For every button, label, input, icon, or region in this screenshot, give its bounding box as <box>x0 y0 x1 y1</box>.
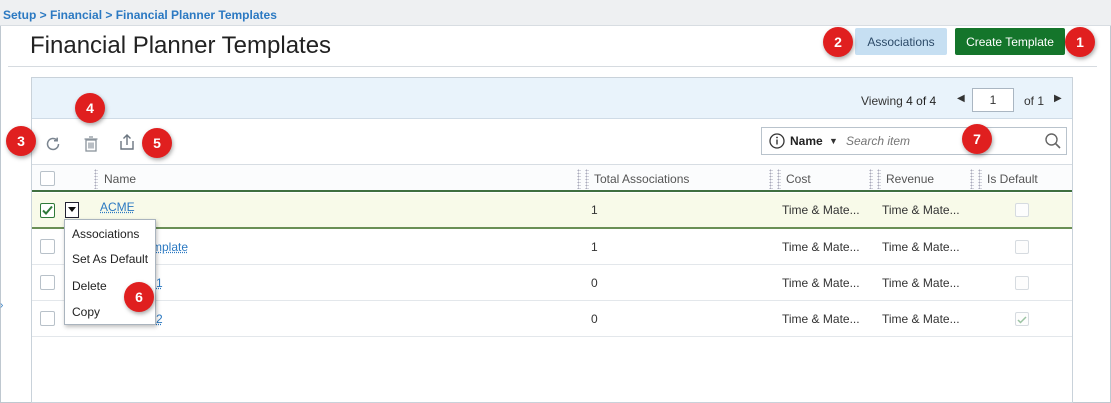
template-name-link[interactable]: 1 <box>156 276 163 290</box>
revenue-cell: Time & Mate... <box>882 312 960 326</box>
table-row[interactable]: 1 0 Time & Mate... Time & Mate... <box>32 265 1072 301</box>
create-template-button[interactable]: Create Template <box>955 28 1065 55</box>
search-icon[interactable] <box>1044 132 1062 155</box>
column-grip[interactable] <box>777 169 781 189</box>
menu-item-copy[interactable]: Copy <box>72 305 100 319</box>
row-checkbox[interactable] <box>40 203 55 218</box>
template-name-link[interactable]: 2 <box>156 312 163 326</box>
select-all-checkbox[interactable] <box>40 171 55 186</box>
callout-badge: 5 <box>142 128 172 158</box>
page-title: Financial Planner Templates <box>30 32 332 59</box>
viewing-count: Viewing 4 of 4 <box>861 94 936 108</box>
revenue-cell: Time & Mate... <box>882 203 960 217</box>
column-grip[interactable] <box>94 169 98 189</box>
cost-cell: Time & Mate... <box>782 203 860 217</box>
column-header-name[interactable]: Name <box>104 172 136 186</box>
templates-panel: Viewing 4 of 4 ◀ 1 of 1 ▶ Name ▼ Name <box>31 77 1073 403</box>
callout-badge: 4 <box>75 93 105 123</box>
column-header-cost[interactable]: Cost <box>786 172 811 186</box>
info-icon <box>769 133 785 154</box>
dropdown-caret-icon <box>68 207 76 212</box>
prev-page-icon[interactable]: ◀ <box>957 93 965 104</box>
total-associations-cell: 1 <box>591 240 598 254</box>
table-row[interactable]: ACME 1 Time & Mate... Time & Mate... <box>32 193 1072 229</box>
side-arrow-icon: › <box>0 300 4 311</box>
page-total: of 1 <box>1024 94 1045 108</box>
column-grip[interactable] <box>585 169 589 189</box>
table-row[interactable]: 2 0 Time & Mate... Time & Mate... <box>32 301 1072 337</box>
cost-cell: Time & Mate... <box>782 312 860 326</box>
next-page-icon[interactable]: ▶ <box>1054 93 1062 104</box>
viewing-label: Viewing <box>861 94 903 108</box>
page-number-input[interactable]: 1 <box>972 88 1014 112</box>
associations-button[interactable]: Associations <box>855 28 947 55</box>
column-grip[interactable] <box>869 169 873 189</box>
dropdown-caret-icon[interactable]: ▼ <box>829 136 838 146</box>
viewing-value: 4 of 4 <box>906 94 937 108</box>
template-name-link[interactable]: ACME <box>100 200 135 214</box>
export-icon[interactable] <box>116 131 138 153</box>
column-header-is-default[interactable]: Is Default <box>987 172 1038 186</box>
column-grip[interactable] <box>577 169 581 189</box>
column-header-revenue[interactable]: Revenue <box>886 172 934 186</box>
row-checkbox[interactable] <box>40 275 55 290</box>
total-associations-cell: 0 <box>591 312 598 326</box>
column-grip[interactable] <box>970 169 974 189</box>
callout-badge: 7 <box>962 124 992 154</box>
is-default-checkbox <box>1015 312 1029 326</box>
checkmark-icon <box>42 205 53 215</box>
revenue-cell: Time & Mate... <box>882 240 960 254</box>
menu-item-associations[interactable]: Associations <box>72 227 139 241</box>
pagination-bar: Viewing 4 of 4 ◀ 1 of 1 ▶ <box>32 78 1072 119</box>
column-grip[interactable] <box>769 169 773 189</box>
checkmark-icon <box>1017 316 1027 324</box>
column-grip[interactable] <box>978 169 982 189</box>
breadcrumb[interactable]: Setup > Financial > Financial Planner Te… <box>3 8 277 22</box>
column-header-total-associations[interactable]: Total Associations <box>594 172 689 186</box>
refresh-icon[interactable] <box>42 133 64 155</box>
menu-item-set-as-default[interactable]: Set As Default <box>72 252 148 266</box>
table-header: Name Total Associations Cost Revenue Is … <box>32 164 1072 192</box>
callout-badge: 2 <box>823 27 853 57</box>
is-default-checkbox <box>1015 203 1029 217</box>
column-grip[interactable] <box>877 169 881 189</box>
template-name-link[interactable]: mplate <box>152 240 188 254</box>
breadcrumb-bar: Setup > Financial > Financial Planner Te… <box>0 0 1111 26</box>
trash-icon[interactable] <box>80 133 102 155</box>
cost-cell: Time & Mate... <box>782 276 860 290</box>
search-box[interactable]: Name ▼ <box>761 127 1067 155</box>
callout-badge: 6 <box>124 282 154 312</box>
menu-item-delete[interactable]: Delete <box>72 279 107 293</box>
search-field-select[interactable]: Name <box>790 134 823 148</box>
table-row[interactable]: mplate 1 Time & Mate... Time & Mate... <box>32 229 1072 265</box>
callout-badge: 1 <box>1065 27 1095 57</box>
is-default-checkbox <box>1015 240 1029 254</box>
revenue-cell: Time & Mate... <box>882 276 960 290</box>
row-checkbox[interactable] <box>40 311 55 326</box>
row-checkbox[interactable] <box>40 239 55 254</box>
is-default-checkbox <box>1015 276 1029 290</box>
row-menu-button[interactable] <box>65 202 79 218</box>
callout-badge: 3 <box>6 126 36 156</box>
divider <box>8 66 1097 67</box>
search-input[interactable] <box>844 132 1034 150</box>
total-associations-cell: 0 <box>591 276 598 290</box>
cost-cell: Time & Mate... <box>782 240 860 254</box>
total-associations-cell: 1 <box>591 203 598 217</box>
